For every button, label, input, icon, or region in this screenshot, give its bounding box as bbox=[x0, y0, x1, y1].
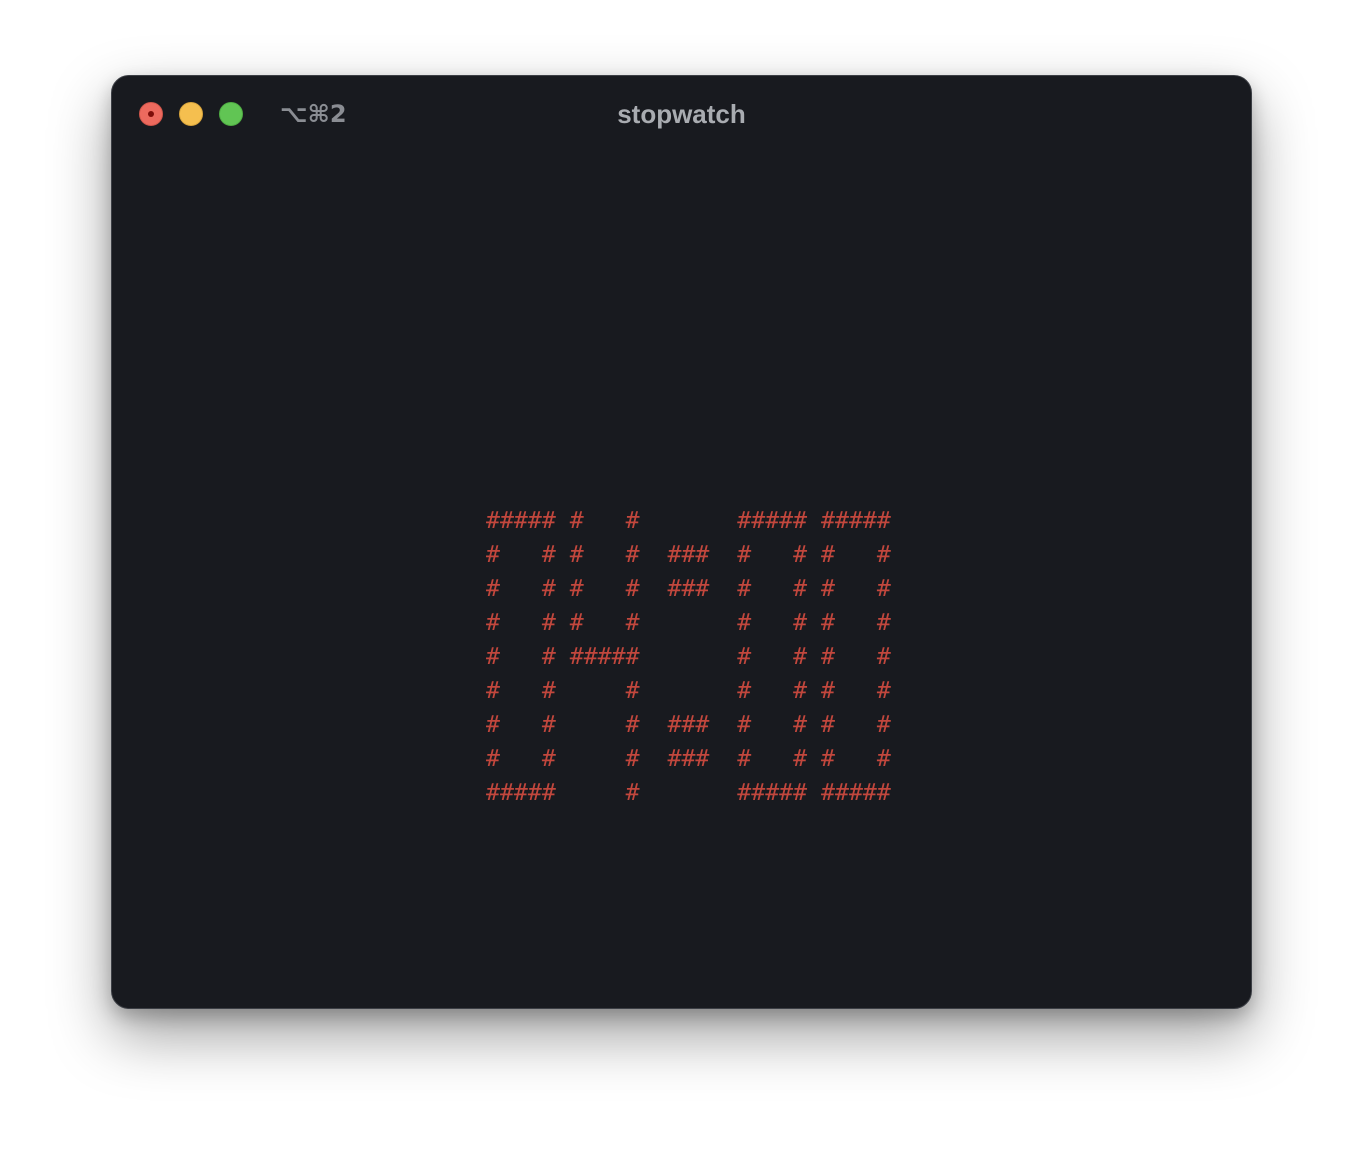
title-bar[interactable]: ⌥⌘2 stopwatch bbox=[112, 76, 1251, 152]
terminal-window: ⌥⌘2 stopwatch ##### # # ##### ##### # # … bbox=[111, 75, 1252, 1009]
stopwatch-display: ##### # # ##### ##### # # # # ### # # # … bbox=[486, 507, 891, 806]
window-title: stopwatch bbox=[617, 99, 746, 129]
terminal-content[interactable]: ##### # # ##### ##### # # # # ### # # # … bbox=[112, 152, 1251, 1008]
